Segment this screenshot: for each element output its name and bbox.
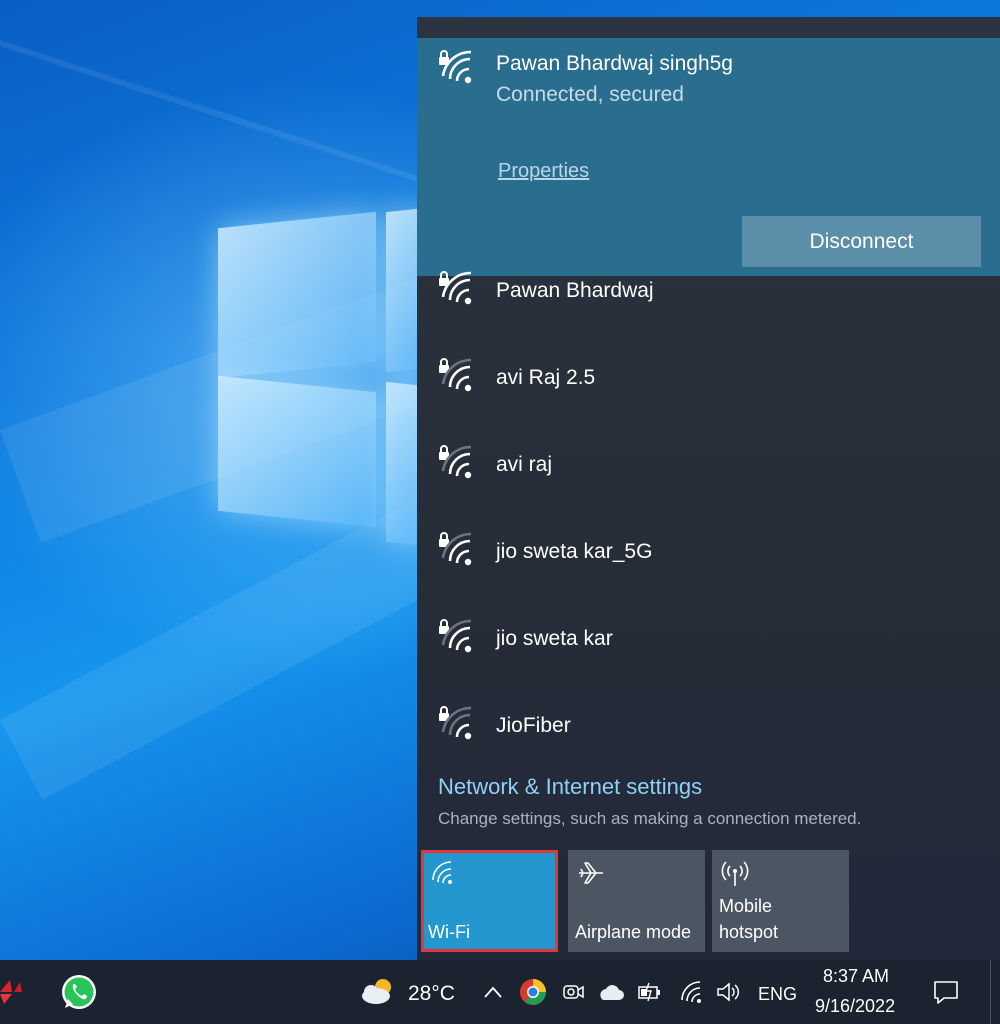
clock-time: 8:37 AM	[823, 966, 890, 986]
clock-date: 9/16/2022	[815, 996, 896, 1016]
show-desktop-button[interactable]	[990, 960, 1000, 1024]
chevron-up-icon[interactable]	[482, 980, 504, 1004]
network-item[interactable]: avi Raj 2.5	[417, 346, 1000, 433]
network-settings-description: Change settings, such as making a connec…	[438, 809, 862, 828]
wifi-secured-icon	[439, 445, 472, 479]
network-name: Pawan Bhardwaj	[496, 279, 654, 302]
network-name: avi raj	[496, 453, 553, 476]
taskbar: 28°C ENG 8:37 AM 9/16/2022	[0, 960, 1000, 1024]
connected-network-name: Pawan Bhardwaj singh5g	[496, 52, 733, 75]
notification-center-icon[interactable]	[929, 976, 963, 1008]
weather-cloud-icon[interactable]	[358, 976, 398, 1006]
network-flyout: Pawan Bhardwaj singh5g Connected, secure…	[417, 17, 1000, 960]
wifi-secured-icon	[439, 50, 472, 84]
camera-icon[interactable]	[560, 979, 586, 1005]
language-indicator[interactable]: ENG	[758, 984, 797, 1005]
browser-icon[interactable]	[518, 977, 548, 1007]
network-item[interactable]: Pawan Bhardwaj	[417, 259, 1000, 346]
network-name: jio sweta kar_5G	[496, 540, 653, 563]
wifi-tile-label: Wi-Fi	[428, 922, 470, 942]
network-settings-link[interactable]: Network & Internet settings	[438, 774, 702, 800]
airplane-icon	[579, 862, 603, 884]
logo-pane	[218, 375, 376, 528]
network-name: JioFiber	[496, 714, 571, 737]
connection-status: Connected, secured	[496, 83, 684, 106]
wifi-secured-icon	[439, 271, 472, 305]
network-item[interactable]: JioFiber	[417, 694, 1000, 781]
hotspot-tile-label: Mobile hotspot	[719, 896, 779, 942]
wifi-toggle-tile[interactable]: Wi-Fi	[421, 850, 558, 952]
wifi-secured-icon	[439, 532, 472, 566]
volume-icon[interactable]	[714, 979, 742, 1005]
network-name: jio sweta kar	[496, 627, 613, 650]
airplane-tile-label: Airplane mode	[575, 922, 692, 942]
wifi-secured-icon	[439, 358, 472, 392]
connected-network-panel[interactable]: Pawan Bhardwaj singh5g Connected, secure…	[417, 38, 1000, 276]
wifi-secured-icon	[439, 619, 472, 653]
airplane-mode-tile[interactable]: Airplane mode	[568, 850, 705, 952]
mobile-hotspot-tile[interactable]: Mobile hotspot	[712, 850, 849, 952]
logo-pane	[218, 211, 376, 379]
wifi-secured-icon	[439, 706, 472, 740]
whatsapp-icon[interactable]	[58, 972, 100, 1014]
network-item[interactable]: jio sweta kar	[417, 607, 1000, 694]
network-name: avi Raj 2.5	[496, 366, 596, 389]
weather-temperature[interactable]: 28°C	[408, 982, 455, 1006]
properties-link[interactable]: Properties	[498, 160, 589, 183]
wifi-icon	[432, 861, 452, 884]
hotspot-icon	[721, 861, 749, 886]
network-item[interactable]: avi raj	[417, 433, 1000, 520]
huawei-app-icon[interactable]	[0, 974, 24, 1010]
onedrive-cloud-icon[interactable]	[596, 980, 626, 1004]
wifi-tray-icon[interactable]	[678, 979, 706, 1005]
network-item[interactable]: jio sweta kar_5G	[417, 520, 1000, 607]
battery-charging-icon[interactable]	[636, 979, 664, 1005]
